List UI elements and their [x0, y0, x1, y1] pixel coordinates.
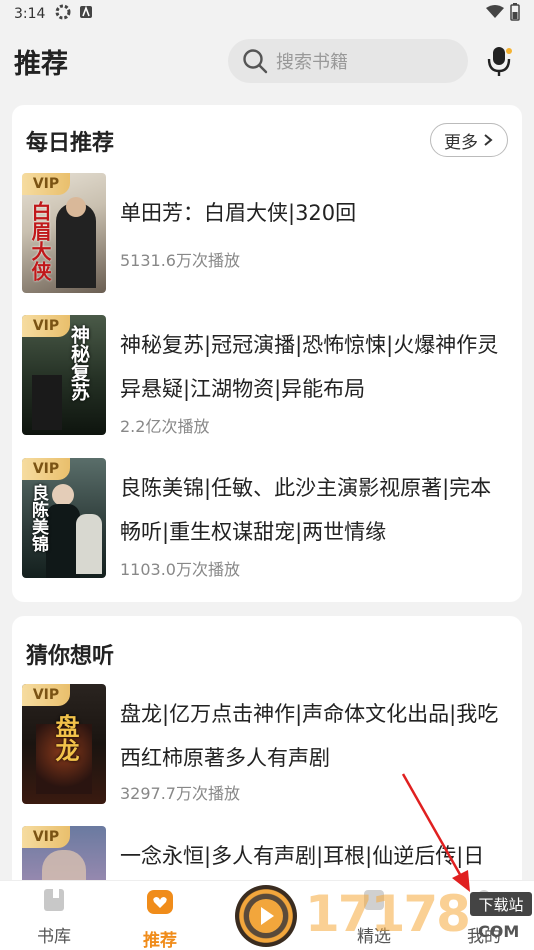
heart-tv-icon	[147, 890, 173, 914]
item-title: 一念永恒|多人有声剧|耳根|仙逆后传|日	[120, 844, 485, 868]
book-cover: 白眉大侠 VIP	[22, 173, 106, 293]
list-item[interactable]: 白眉大侠 VIP 单田芳：白眉大侠|320回 5131.6万次播放	[22, 173, 512, 293]
search-input[interactable]: 搜索书籍	[228, 39, 468, 83]
wifi-icon	[486, 5, 504, 23]
search-icon	[243, 49, 268, 74]
voice-search-button[interactable]	[480, 41, 520, 81]
play-count: 5131.6万次播放	[120, 251, 240, 270]
search-placeholder: 搜索书籍	[276, 52, 348, 73]
vip-badge: VIP	[22, 315, 70, 337]
vip-badge: VIP	[22, 684, 70, 706]
section-title-daily: 每日推荐	[26, 131, 115, 156]
top-header: 推荐 搜索书籍	[0, 28, 534, 94]
item-title: 神秘复苏|冠冠演播|恐怖惊悚|火爆神作灵异悬疑|江湖物资|异能布局	[120, 333, 499, 401]
cover-title: 良陈美锦	[28, 484, 48, 552]
microphone-icon	[487, 47, 512, 76]
play-count: 2.2亿次播放	[120, 417, 210, 436]
list-item[interactable]: 盘龙 VIP 盘龙|亿万点击神作|声命体文化出品|我吃西红柿原著多人有声剧 32…	[22, 684, 512, 804]
settings-gear-icon	[55, 4, 71, 24]
vip-badge: VIP	[22, 826, 70, 848]
book-cover: 良陈美锦 VIP	[22, 458, 106, 578]
book-icon	[44, 889, 64, 911]
play-count: 3297.7万次播放	[120, 784, 240, 803]
nav-recommend[interactable]: 推荐	[120, 887, 200, 950]
watermark-digits: 17178	[305, 885, 471, 943]
list-item[interactable]: 良陈美锦 VIP 良陈美锦|任敏、此沙主演影视原著|完本畅听|重生权谋甜宠|两世…	[22, 458, 512, 579]
vip-badge: VIP	[22, 173, 70, 195]
cover-title: 神秘复苏	[68, 325, 90, 401]
book-cover: 盘龙 VIP	[22, 684, 106, 804]
player-button[interactable]	[235, 885, 297, 947]
watermark-suffix: COM	[478, 922, 520, 941]
status-bar: 3:14	[0, 0, 534, 28]
nav-library[interactable]: 书库	[14, 887, 94, 947]
battery-icon	[510, 3, 520, 25]
watermark-badge: 下载站	[470, 892, 532, 916]
play-icon	[249, 899, 283, 933]
play-count: 1103.0万次播放	[120, 560, 240, 579]
list-item[interactable]: 神秘复苏 VIP 神秘复苏|冠冠演播|恐怖惊悚|火爆神作灵异悬疑|江湖物资|异能…	[22, 315, 512, 436]
item-title: 良陈美锦|任敏、此沙主演影视原著|完本畅听|重生权谋甜宠|两世情缘	[120, 476, 492, 544]
status-time: 3:14	[14, 6, 46, 22]
app-notification-icon	[79, 5, 93, 23]
item-title: 单田芳：白眉大侠|320回	[120, 201, 357, 225]
book-cover: 神秘复苏 VIP	[22, 315, 106, 435]
guess-you-like-card: 猜你想听 盘龙 VIP 盘龙|亿万点击神作|声命体文化出品|我吃西红柿原著多人有…	[12, 616, 522, 916]
cover-title: 白眉大侠	[28, 201, 52, 281]
more-label: 更多	[444, 132, 478, 153]
watermark-logo: 17178	[305, 885, 471, 943]
page-title: 推荐	[14, 48, 68, 80]
daily-recommend-card: 每日推荐 更多 白眉大侠 VIP 单田芳：白眉大侠|320回 5131.6万次播…	[12, 105, 522, 602]
item-title: 盘龙|亿万点击神作|声命体文化出品|我吃西红柿原著多人有声剧	[120, 702, 499, 770]
chevron-right-icon	[484, 134, 493, 146]
cover-title: 盘龙	[51, 714, 80, 762]
section-title-guess: 猜你想听	[26, 644, 115, 669]
vip-badge: VIP	[22, 458, 70, 480]
more-button[interactable]: 更多	[430, 123, 508, 157]
